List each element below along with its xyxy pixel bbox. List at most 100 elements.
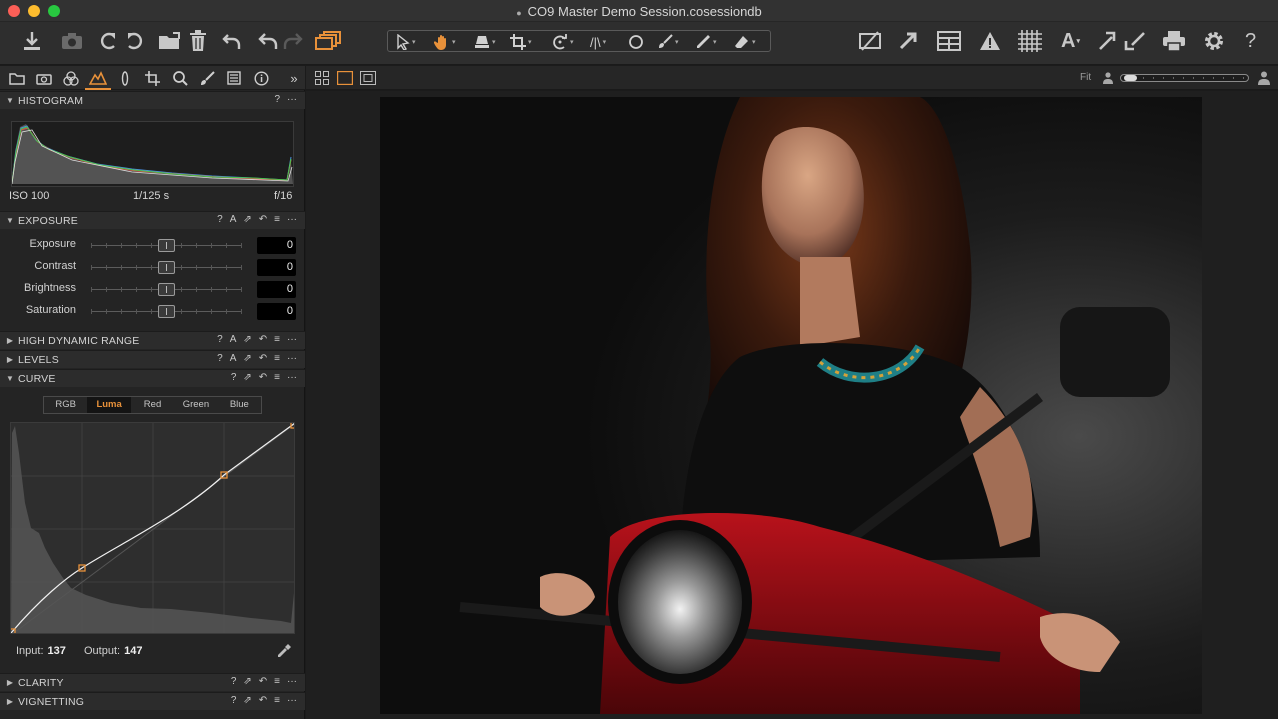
grid-overlay-icon[interactable] <box>1018 30 1042 52</box>
brush-icon[interactable]: ▾ <box>657 33 679 51</box>
copy-apply-icon[interactable]: ⇗ <box>243 334 251 345</box>
loupe-icon[interactable]: ▾ <box>474 33 496 51</box>
print-icon[interactable] <box>1162 30 1186 52</box>
grid-view-icon[interactable] <box>937 30 961 52</box>
keystone-icon[interactable]: /|\ ▾ <box>590 33 606 51</box>
copy-apply-icon[interactable]: ⇗ <box>243 214 251 225</box>
levels-header[interactable]: ▶ LEVELS ? A ⇗ ↶ ≡ ··· <box>0 350 305 368</box>
tab-green[interactable]: Green <box>174 397 217 413</box>
histogram-header[interactable]: ▼ HISTOGRAM ? ··· <box>0 91 305 109</box>
zoom-slider[interactable] <box>1120 74 1249 82</box>
reset-icon[interactable]: ↶ <box>259 676 267 687</box>
more-tabs-icon[interactable]: » <box>284 69 304 87</box>
crop-icon[interactable]: ▾ <box>510 33 532 51</box>
rotate-right-icon[interactable] <box>124 30 144 52</box>
reset-icon[interactable]: ↶ <box>259 353 267 364</box>
slider-value-field[interactable]: 0 <box>257 303 296 320</box>
exposure-header[interactable]: ▼ EXPOSURE ? A ⇗ ↶ ≡ ··· <box>0 211 305 229</box>
annotations-icon[interactable]: A ▾ <box>1061 30 1080 52</box>
more-options-icon[interactable]: ··· <box>287 214 297 225</box>
pan-hand-icon[interactable]: ▾ <box>434 33 456 51</box>
camera-capture-icon[interactable] <box>61 30 83 52</box>
slider-knob[interactable] <box>158 239 175 252</box>
proof-margin-icon[interactable] <box>360 71 376 90</box>
apply-adjustments-icon[interactable] <box>1124 30 1146 52</box>
help-icon[interactable]: ? <box>274 94 280 105</box>
exposure-warning-icon[interactable] <box>979 30 1001 52</box>
more-options-icon[interactable]: ··· <box>287 695 297 706</box>
info-tab-icon[interactable] <box>251 69 271 87</box>
expand-arrow-icon[interactable]: ▶ <box>2 697 18 706</box>
undo-step-icon[interactable] <box>258 30 278 52</box>
details-tab-icon[interactable] <box>170 69 190 87</box>
presets-menu-icon[interactable]: ≡ <box>274 353 280 364</box>
slider-knob[interactable] <box>158 305 175 318</box>
reset-icon[interactable]: ↶ <box>259 372 267 383</box>
library-tab-icon[interactable] <box>7 69 27 87</box>
curve-picker-icon[interactable] <box>276 643 292 664</box>
copy-apply-icon[interactable]: ⇗ <box>243 372 251 383</box>
presets-menu-icon[interactable]: ≡ <box>274 695 280 706</box>
tab-blue[interactable]: Blue <box>218 397 261 413</box>
move-to-folder-icon[interactable] <box>158 30 182 52</box>
more-options-icon[interactable]: ··· <box>287 372 297 383</box>
clarity-header[interactable]: ▶ CLARITY ? ⇗ ↶ ≡ ··· <box>0 673 305 691</box>
auto-adjust-icon[interactable]: A <box>230 353 237 364</box>
copy-apply-icon[interactable]: ⇗ <box>243 353 251 364</box>
zoom-slider-knob[interactable] <box>1124 75 1137 81</box>
expand-icon[interactable] <box>898 30 918 52</box>
help-icon[interactable]: ? <box>231 676 237 687</box>
exposure-tab-icon[interactable] <box>85 69 111 90</box>
presets-menu-icon[interactable]: ≡ <box>274 676 280 687</box>
copy-apply-icon[interactable]: ⇗ <box>243 695 251 706</box>
help-icon[interactable]: ? <box>217 334 223 345</box>
help-icon[interactable]: ? <box>231 695 237 706</box>
tab-red[interactable]: Red <box>131 397 174 413</box>
redo-step-icon[interactable] <box>283 30 303 52</box>
reset-icon[interactable]: ↶ <box>259 214 267 225</box>
presets-menu-icon[interactable]: ≡ <box>274 372 280 383</box>
single-view-icon[interactable] <box>336 70 354 90</box>
select-cursor-icon[interactable]: ▾ <box>396 33 416 51</box>
help-icon[interactable]: ? <box>217 214 223 225</box>
collapse-arrow-icon[interactable]: ▼ <box>2 216 18 225</box>
slider-knob[interactable] <box>158 283 175 296</box>
tab-luma[interactable]: Luma <box>87 397 131 413</box>
collapse-arrow-icon[interactable]: ▼ <box>2 374 18 383</box>
undo-icon[interactable] <box>222 30 242 52</box>
trash-icon[interactable] <box>189 30 207 52</box>
photo-image[interactable] <box>380 97 1202 714</box>
proof-toggle-icon[interactable] <box>858 30 882 52</box>
capture-tab-icon[interactable] <box>34 69 54 87</box>
presets-menu-icon[interactable]: ≡ <box>274 334 280 345</box>
tab-rgb[interactable]: RGB <box>44 397 87 413</box>
mask-circle-icon[interactable] <box>628 33 644 51</box>
eraser-icon[interactable]: ▾ <box>734 33 756 51</box>
curve-header[interactable]: ▼ CURVE ? ⇗ ↶ ≡ ··· <box>0 369 305 387</box>
more-options-icon[interactable]: ··· <box>287 94 297 105</box>
auto-adjust-icon[interactable]: A <box>230 334 237 345</box>
curve-editor[interactable] <box>10 422 295 634</box>
more-options-icon[interactable]: ··· <box>287 353 297 364</box>
hdr-header[interactable]: ▶ HIGH DYNAMIC RANGE ? A ⇗ ↶ ≡ ··· <box>0 331 305 349</box>
copy-apply-icon[interactable]: ⇗ <box>243 676 251 687</box>
lens-tab-icon[interactable] <box>115 69 135 87</box>
settings-gear-icon[interactable] <box>1203 30 1225 52</box>
reset-icon[interactable]: ↶ <box>259 695 267 706</box>
slider-knob[interactable] <box>158 261 175 274</box>
variants-icon[interactable] <box>315 30 341 52</box>
help-icon[interactable]: ? <box>231 372 237 383</box>
import-icon[interactable] <box>22 30 42 52</box>
slider-value-field[interactable]: 0 <box>257 259 296 276</box>
rotate-left-icon[interactable] <box>99 30 119 52</box>
presets-menu-icon[interactable]: ≡ <box>274 214 280 225</box>
metadata-tab-icon[interactable] <box>224 69 244 87</box>
more-options-icon[interactable]: ··· <box>287 676 297 687</box>
help-icon[interactable]: ? <box>1245 30 1256 52</box>
copy-adjustments-icon[interactable] <box>1098 30 1120 52</box>
zoom-fit-label[interactable]: Fit <box>1080 72 1091 83</box>
document-proxy-icon[interactable]: ● <box>516 8 521 18</box>
rotate-tool-icon[interactable]: ▾ <box>552 33 574 51</box>
expand-arrow-icon[interactable]: ▶ <box>2 355 18 364</box>
more-options-icon[interactable]: ··· <box>287 334 297 345</box>
